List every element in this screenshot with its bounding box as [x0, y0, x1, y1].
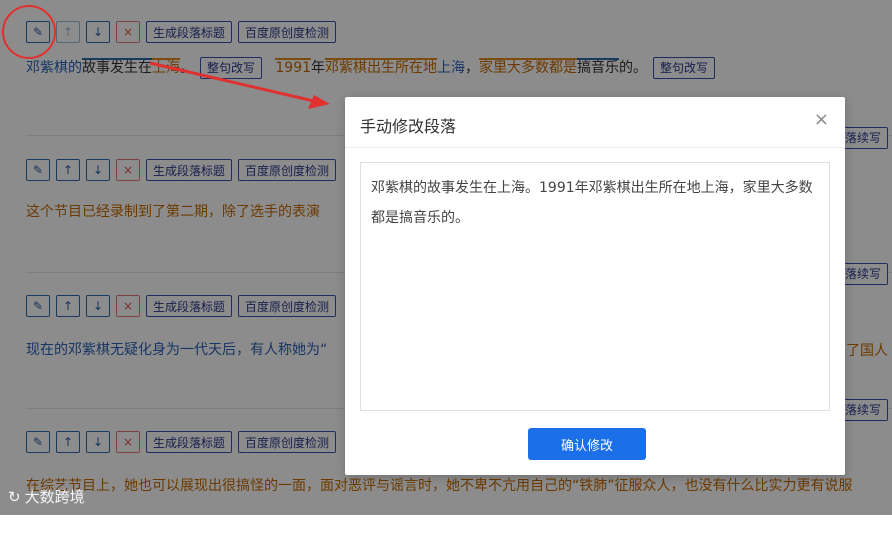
watermark: ↻ 大数跨境: [8, 486, 85, 507]
watermark-logo-icon: ↻: [8, 487, 21, 506]
watermark-text: 大数跨境: [24, 488, 85, 506]
divider: [345, 147, 845, 148]
close-icon[interactable]: ×: [814, 111, 829, 129]
dialog-title: 手动修改段落: [360, 117, 457, 136]
confirm-edit-button[interactable]: 确认修改: [528, 428, 646, 460]
edit-paragraph-dialog: 手动修改段落 × 邓紫棋的故事发生在上海。1991年邓紫棋出生所在地上海，家里大…: [345, 97, 845, 475]
paragraph-textarea[interactable]: 邓紫棋的故事发生在上海。1991年邓紫棋出生所在地上海，家里大多数都是搞音乐的。: [360, 162, 830, 411]
